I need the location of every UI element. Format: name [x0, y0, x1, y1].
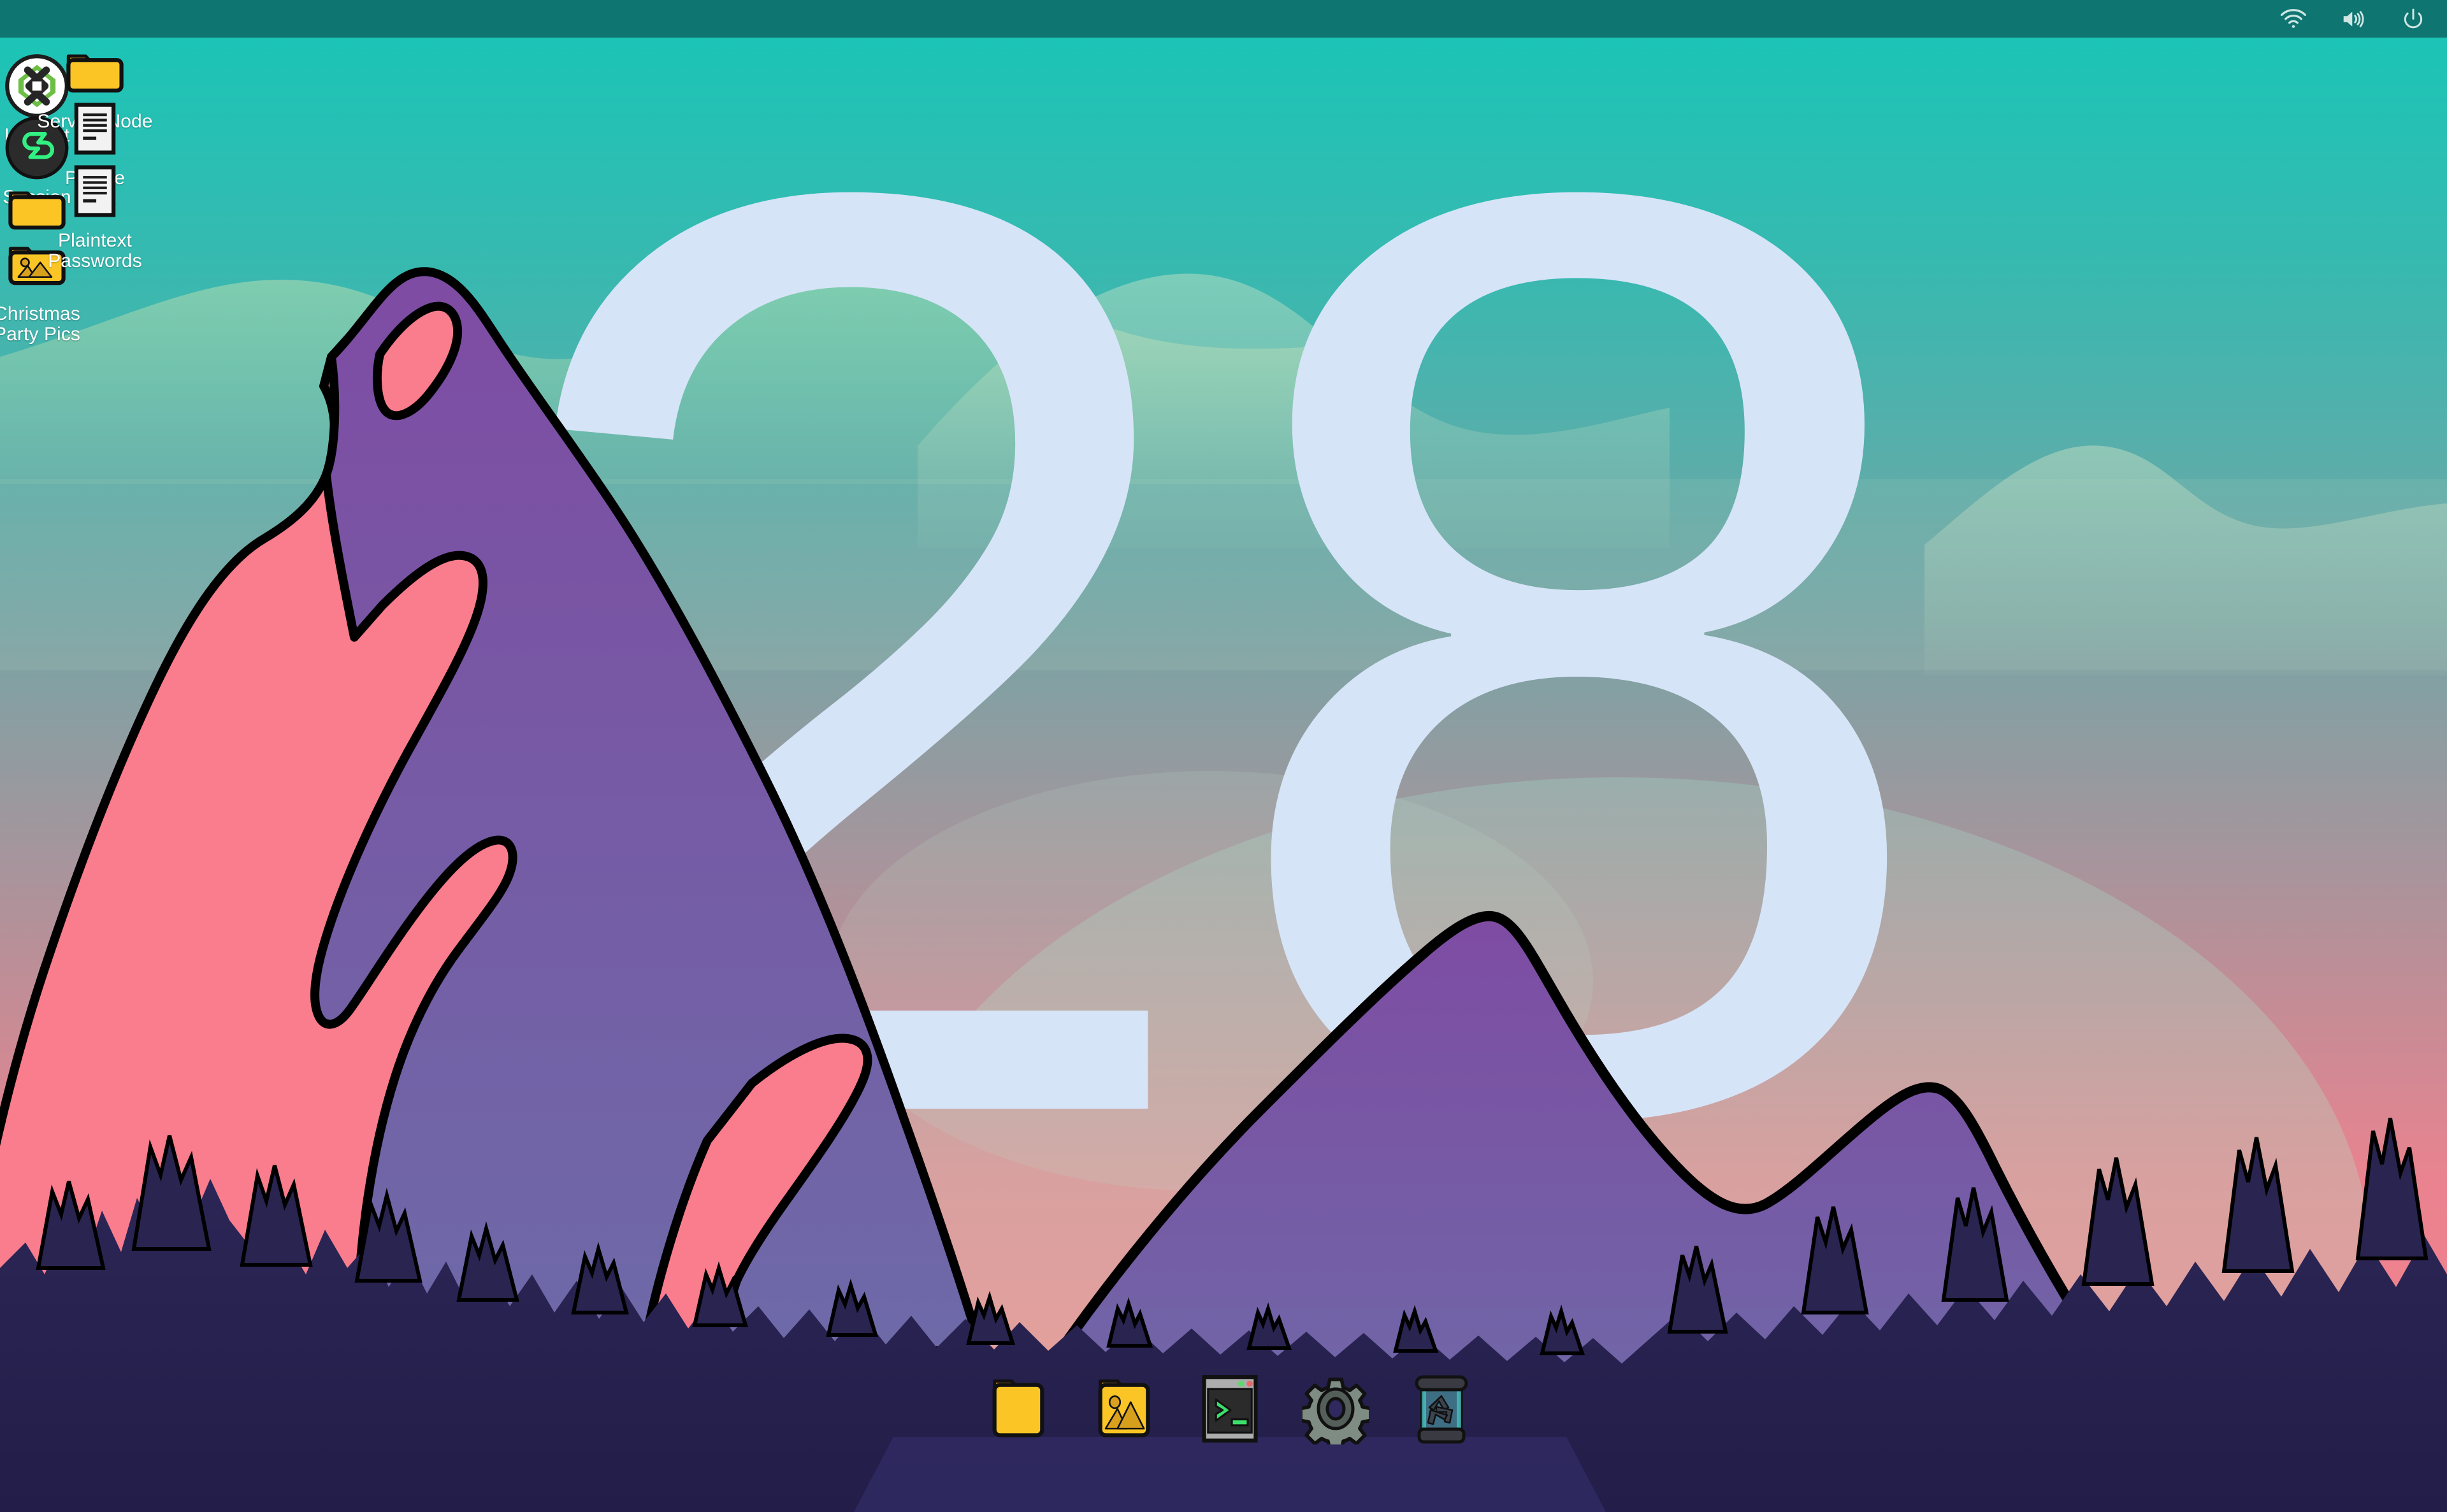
dock-pictures[interactable] [1089, 1371, 1159, 1447]
desktop-icon-label: Christmas Party Pics [0, 303, 81, 345]
wallpaper: 28 [0, 0, 2447, 1512]
desktop-icon-plaintext-passwords[interactable]: Plaintext Passwords [28, 156, 162, 272]
document-icon [60, 156, 130, 226]
dock [854, 1360, 1606, 1512]
power-icon[interactable] [2399, 4, 2428, 34]
document-icon [60, 94, 130, 164]
volume-icon[interactable] [2339, 4, 2368, 34]
wifi-icon[interactable] [2279, 4, 2308, 34]
desktop-screen: 28 Christmas arty Pics Service Node Plai… [0, 0, 2447, 1512]
dock-trash[interactable] [1406, 1371, 1476, 1447]
desktop-icon-grid: LokiNet Session W.I.P [0, 38, 331, 675]
dock-terminal[interactable] [1195, 1371, 1265, 1447]
dock-settings[interactable] [1301, 1371, 1371, 1447]
top-status-bar [0, 0, 2447, 38]
desktop-icon-label: Plaintext Passwords [48, 230, 142, 272]
dock-file-manager[interactable] [983, 1371, 1053, 1447]
